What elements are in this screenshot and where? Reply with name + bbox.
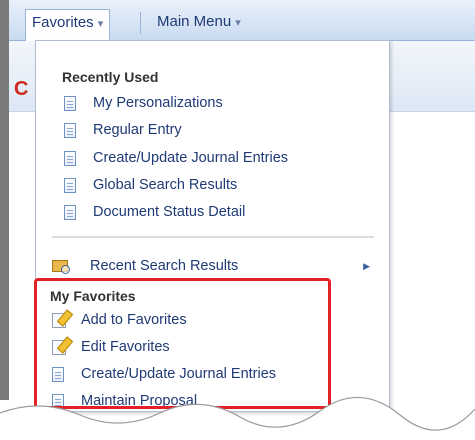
menu-item-label: Document Status Detail: [93, 204, 246, 220]
menu-item-label: Regular Entry: [93, 122, 182, 138]
recent-item-create-update-journal-entries[interactable]: Create/Update Journal Entries: [64, 147, 288, 169]
menu-divider: [52, 236, 374, 238]
document-icon: [64, 122, 76, 138]
recent-item-regular-entry[interactable]: Regular Entry: [64, 119, 182, 141]
torn-paper-edge: [0, 396, 475, 440]
nav-divider: [140, 12, 141, 34]
document-icon: [64, 150, 76, 166]
window-edge: [0, 0, 9, 400]
recent-item-document-status-detail[interactable]: Document Status Detail: [64, 201, 245, 223]
main-menu-tab[interactable]: Main Menu ▾: [151, 9, 247, 35]
chevron-down-icon: ▾: [97, 18, 104, 30]
my-favorites-highlight-box: [34, 278, 331, 409]
document-icon: [64, 204, 76, 220]
favorites-menu-label: Favorites: [32, 14, 94, 31]
page-title-fragment: C: [14, 78, 29, 100]
document-icon: [64, 177, 76, 193]
recent-item-global-search-results[interactable]: Global Search Results: [64, 174, 237, 196]
menu-item-label: My Personalizations: [93, 95, 223, 111]
recent-search-results-item[interactable]: Recent Search Results ▶: [52, 255, 382, 277]
chevron-down-icon: ▾: [235, 17, 241, 29]
document-icon: [64, 95, 76, 111]
menu-item-label: Create/Update Journal Entries: [93, 150, 289, 166]
menu-item-label: Recent Search Results: [90, 258, 239, 274]
folder-search-icon: [52, 260, 70, 274]
main-menu-label: Main Menu: [157, 13, 232, 30]
menu-item-label: Global Search Results: [93, 177, 238, 193]
top-nav-bar: Favorites ▾ Main Menu ▾: [9, 0, 475, 41]
recently-used-heading: Recently Used: [62, 69, 159, 85]
favorites-menu-tab[interactable]: Favorites ▾: [25, 9, 111, 41]
submenu-arrow-icon: ▶: [363, 260, 370, 271]
recent-item-my-personalizations[interactable]: My Personalizations: [64, 92, 223, 114]
